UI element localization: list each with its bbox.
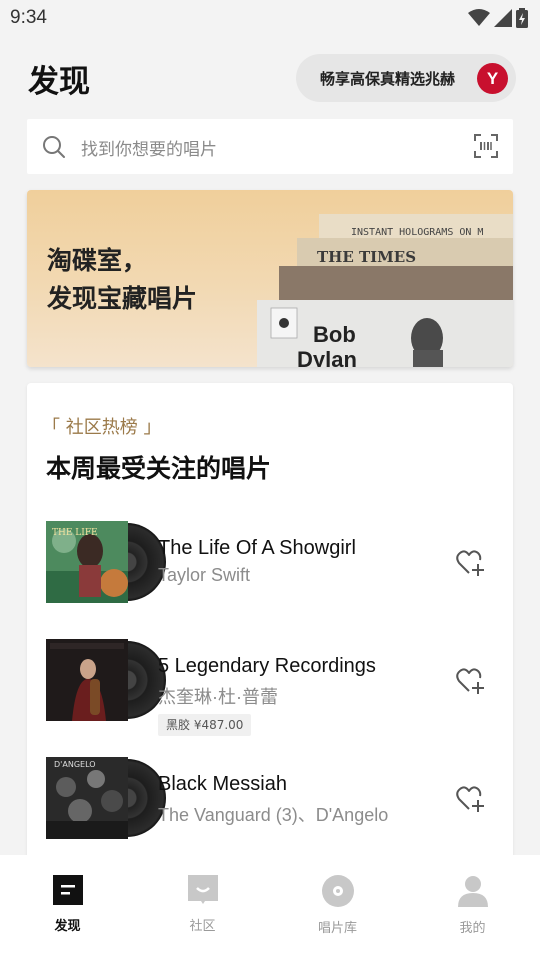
favorite-add-icon[interactable] <box>456 667 486 695</box>
search-bar[interactable]: 找到你想要的唱片 <box>27 119 513 174</box>
tab-profile[interactable]: 我的 <box>405 855 540 960</box>
charts-tag: 「 社区热榜 」 <box>42 417 162 438</box>
status-time: 9:34 <box>10 7 47 28</box>
record-item[interactable]: 5 Legendary Recordings 杰奎琳·杜·普蕾 黑胶 ¥487.… <box>46 639 496 736</box>
tab-label: 发现 <box>54 919 81 934</box>
page-title: 发现 <box>28 64 90 100</box>
favorite-add-icon[interactable] <box>456 785 486 813</box>
album-cover: THE LIFE <box>46 521 128 603</box>
cover-wrap <box>46 639 166 721</box>
favorite-add-icon[interactable] <box>456 549 486 577</box>
promo-text: 畅享高保真精选兆赫 <box>320 69 456 88</box>
record-library-icon <box>321 875 354 907</box>
album-cover <box>46 639 128 721</box>
profile-icon <box>457 876 488 907</box>
header: 发现 畅享高保真精选兆赫 Y <box>0 50 540 106</box>
record-artist: The Vanguard (3)、D'Angelo <box>158 805 389 825</box>
record-artist: 杰奎琳·杜·普蕾 <box>158 687 278 707</box>
banner-art-text-3: Bob <box>313 322 356 347</box>
record-title: 5 Legendary Recordings <box>158 655 376 677</box>
record-artist: Taylor Swift <box>158 565 251 585</box>
tab-label: 社区 <box>189 919 216 934</box>
wifi-icon <box>468 9 490 26</box>
banner-line-1: 淘碟室， <box>47 246 148 275</box>
status-bar: 9:34 <box>0 0 540 36</box>
discover-icon <box>52 875 83 905</box>
search-icon <box>43 136 65 158</box>
tab-label: 唱片库 <box>317 921 357 936</box>
record-title: Black Messiah <box>158 773 287 795</box>
banner-line-2: 发现宝藏唱片 <box>47 284 198 313</box>
record-item[interactable]: D'ANGELO Black Messiah The Vanguard (3)、… <box>46 757 496 847</box>
community-charts-card: 「 社区热榜 」 本周最受关注的唱片 THE LIFE The Life Of … <box>27 383 513 903</box>
cover-wrap: D'ANGELO <box>46 757 166 839</box>
charts-title: 本周最受关注的唱片 <box>46 454 272 483</box>
record-room-banner[interactable]: 淘碟室， 发现宝藏唱片 INSTANT HOLOGRAMS ON M THE T… <box>27 190 513 367</box>
tab-community[interactable]: 社区 <box>135 855 270 960</box>
banner-text: 淘碟室， 发现宝藏唱片 <box>47 242 197 318</box>
search-placeholder: 找到你想要的唱片 <box>81 140 217 160</box>
cover-wrap: THE LIFE <box>46 521 166 603</box>
record-title: The Life Of A Showgirl <box>158 537 356 559</box>
record-stack-image: INSTANT HOLOGRAMS ON M THE TIMES Bob Dyl… <box>257 214 513 367</box>
fm-promo-button[interactable]: 畅享高保真精选兆赫 Y <box>296 54 516 102</box>
battery-icon <box>516 8 528 28</box>
bottom-tab-bar: 发现 社区 唱片库 我的 <box>0 855 540 960</box>
tab-label: 我的 <box>459 921 486 936</box>
tab-discover[interactable]: 发现 <box>0 855 135 960</box>
price-badge: 黑胶 ¥487.00 <box>158 714 252 736</box>
tab-record-library[interactable]: 唱片库 <box>270 855 405 960</box>
community-icon <box>187 875 218 904</box>
svg-text:D'ANGELO: D'ANGELO <box>54 760 96 769</box>
banner-art-text-1: INSTANT HOLOGRAMS ON M <box>351 227 483 238</box>
banner-art-text-2: THE TIMES <box>317 248 416 266</box>
album-cover: D'ANGELO <box>46 757 128 839</box>
banner-art-text-4: Dylan <box>297 347 357 367</box>
signal-icon <box>494 9 512 27</box>
barcode-scan-icon[interactable] <box>474 134 498 158</box>
record-item[interactable]: THE LIFE The Life Of A Showgirl Taylor S… <box>46 521 496 611</box>
system-icons <box>468 8 528 28</box>
svg-text:THE LIFE: THE LIFE <box>52 528 98 538</box>
promo-logo-icon: Y <box>477 63 508 94</box>
